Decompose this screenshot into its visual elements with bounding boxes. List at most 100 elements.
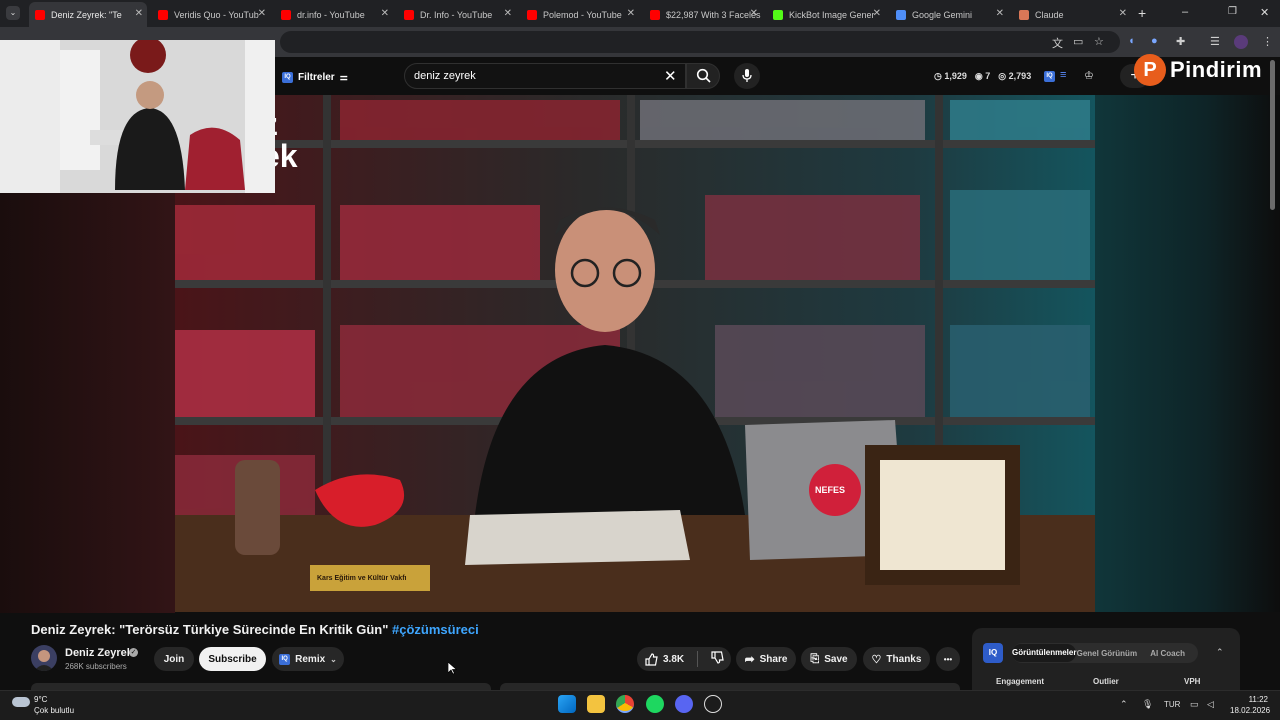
more-actions-button[interactable]: ••• xyxy=(936,647,960,671)
weather-cloud-icon[interactable] xyxy=(12,697,30,707)
microphone-icon xyxy=(742,69,752,82)
page-scrollbar[interactable] xyxy=(1270,60,1275,210)
iq-logo-icon: IQ xyxy=(282,71,293,83)
cast-icon[interactable]: ▭ xyxy=(1073,35,1083,48)
close-tab-icon[interactable]: ✕ xyxy=(750,8,758,19)
tab-favicon-icon xyxy=(35,9,45,20)
browser-tab[interactable]: Claude ✕ xyxy=(1013,2,1131,27)
openai-icon[interactable] xyxy=(704,695,722,713)
reading-list-icon[interactable]: ☰ xyxy=(1210,35,1220,48)
browser-tab[interactable]: $22,987 With 3 Faceles ✕ xyxy=(644,2,762,27)
tab-favicon-icon xyxy=(281,9,291,20)
translate-icon[interactable]: 文 xyxy=(1052,35,1063,51)
minimize-button[interactable]: – xyxy=(1182,6,1188,18)
collapse-panel-icon[interactable]: ⌃ xyxy=(1216,647,1224,658)
new-tab-button[interactable]: + xyxy=(1138,5,1146,21)
close-tab-icon[interactable]: ✕ xyxy=(135,8,143,19)
engagement-column-header: Engagement xyxy=(996,677,1045,686)
voice-search-button[interactable] xyxy=(734,63,760,89)
comments-box-edge xyxy=(500,683,960,690)
tab-favicon-icon xyxy=(527,9,537,20)
filters-button[interactable]: IQ Filtreler ⚌ xyxy=(282,70,348,84)
video-player[interactable]: Kars Eğitim ve Kültür Vakfı NEFES xyxy=(175,95,1095,612)
browser-tab[interactable]: Polemod - YouTube ✕ xyxy=(521,2,639,27)
dislike-button[interactable] xyxy=(711,651,724,667)
windows-start-icon[interactable] xyxy=(558,695,576,713)
hashtag-link[interactable]: #çözümsüreci xyxy=(392,622,479,637)
browser-tab[interactable]: Dr. Info - YouTube ✕ xyxy=(398,2,516,27)
system-clock[interactable]: 11:22 18.02.2026 xyxy=(1230,694,1270,716)
browser-tab[interactable]: Veridis Quo - YouTub ✕ xyxy=(152,2,270,27)
windows-taskbar xyxy=(0,690,1280,720)
save-button[interactable]: ⎘ Save xyxy=(801,647,857,671)
spotify-icon[interactable] xyxy=(646,695,664,713)
tab-title: Deniz Zeyrek: "Te xyxy=(51,9,122,20)
weather-widget[interactable]: 9°C Çok bulutlu xyxy=(34,694,74,716)
weather-desc: Çok bulutlu xyxy=(34,706,75,715)
subscribe-button[interactable]: Subscribe xyxy=(199,647,266,671)
search-icon xyxy=(696,68,711,83)
clock-icon: ◷ xyxy=(934,71,942,81)
browser-menu-icon[interactable]: ⋮ xyxy=(1262,35,1273,48)
address-bar[interactable] xyxy=(280,31,1120,53)
tray-overflow-icon[interactable]: ⌃ xyxy=(1120,699,1128,710)
browser-tab[interactable]: Google Gemini ✕ xyxy=(890,2,1008,27)
browser-tab[interactable]: Deniz Zeyrek: "Te ✕ xyxy=(29,2,147,27)
browser-tab[interactable]: dr.info - YouTube ✕ xyxy=(275,2,393,27)
tab-goruntulenmeler[interactable]: Görüntülenmeler xyxy=(1012,644,1077,662)
tab-title: Polemod - YouTube xyxy=(543,9,622,20)
tab-title: Veridis Quo - YouTub xyxy=(174,9,259,20)
verified-icon: ✓ xyxy=(129,648,138,657)
iq-extension-icon[interactable]: IQ xyxy=(1044,71,1055,82)
join-button[interactable]: Join xyxy=(154,647,194,671)
remix-button[interactable]: IQ Remix ⌄ xyxy=(272,647,344,671)
close-tab-icon[interactable]: ✕ xyxy=(996,8,1004,19)
tab-title: $22,987 With 3 Faceles xyxy=(666,9,761,20)
close-tab-icon[interactable]: ✕ xyxy=(627,8,635,19)
language-indicator[interactable]: TUR xyxy=(1164,700,1180,709)
like-button[interactable]: 3.8K xyxy=(645,652,684,666)
browser-tab[interactable]: KickBot Image Gener ✕ xyxy=(767,2,885,27)
thumbs-up-icon xyxy=(645,652,658,666)
pindirim-logo-icon: P xyxy=(1134,54,1166,86)
close-window-button[interactable]: ✕ xyxy=(1260,6,1269,19)
channel-avatar[interactable] xyxy=(31,645,57,671)
profile-avatar[interactable] xyxy=(1234,35,1248,49)
file-explorer-icon[interactable] xyxy=(587,695,605,713)
channel-name[interactable]: Deniz Zeyrek xyxy=(65,647,133,659)
extension-wave-icon[interactable]: ◖ xyxy=(1128,35,1135,47)
search-button[interactable] xyxy=(686,63,720,89)
pindirim-name: Pindirim xyxy=(1170,57,1263,82)
tab-ai-coach[interactable]: AI Coach xyxy=(1137,649,1198,658)
tab-title: dr.info - YouTube xyxy=(297,9,365,20)
thumbs-down-icon xyxy=(711,651,724,664)
bookmark-star-icon[interactable]: ☆ xyxy=(1094,35,1104,48)
close-tab-icon[interactable]: ✕ xyxy=(381,8,389,19)
sort-icon[interactable]: ≡ xyxy=(1060,69,1066,81)
extension-shield-icon[interactable]: ● xyxy=(1151,35,1158,47)
outlier-column-header: Outlier xyxy=(1093,677,1119,686)
sliders-icon: ⚌ xyxy=(339,71,348,82)
sticker-text: NEFES xyxy=(815,485,846,495)
plaque-text: Kars Eğitim ve Kültür Vakfı xyxy=(317,575,407,582)
extensions-puzzle-icon[interactable]: ✚ xyxy=(1176,35,1185,48)
close-tab-icon[interactable]: ✕ xyxy=(504,8,512,19)
display-icon[interactable]: ▭ xyxy=(1190,699,1199,710)
tab-search-button[interactable]: ⌄ xyxy=(6,6,20,20)
share-button[interactable]: ➦ Share xyxy=(736,647,796,671)
trophy-icon[interactable]: ♔ xyxy=(1084,69,1094,82)
chrome-taskbar-icon[interactable] xyxy=(616,695,634,713)
close-tab-icon[interactable]: ✕ xyxy=(1119,8,1127,19)
tab-genel-gorunum[interactable]: Genel Görünüm xyxy=(1076,649,1137,658)
discord-icon[interactable] xyxy=(675,695,693,713)
close-tab-icon[interactable]: ✕ xyxy=(873,8,881,19)
close-tab-icon[interactable]: ✕ xyxy=(258,8,266,19)
volume-icon[interactable]: ◁ xyxy=(1207,699,1214,710)
clear-search-icon[interactable]: ✕ xyxy=(664,67,677,85)
restore-button[interactable]: ❐ xyxy=(1228,6,1237,17)
tab-title: Dr. Info - YouTube xyxy=(420,9,493,20)
microphone-tray-icon[interactable]: 🎙︎ xyxy=(1142,699,1153,710)
thanks-button[interactable]: ♡ Thanks xyxy=(863,647,930,671)
eye-outline-icon: ◎ xyxy=(998,71,1007,81)
like-divider xyxy=(697,651,699,667)
